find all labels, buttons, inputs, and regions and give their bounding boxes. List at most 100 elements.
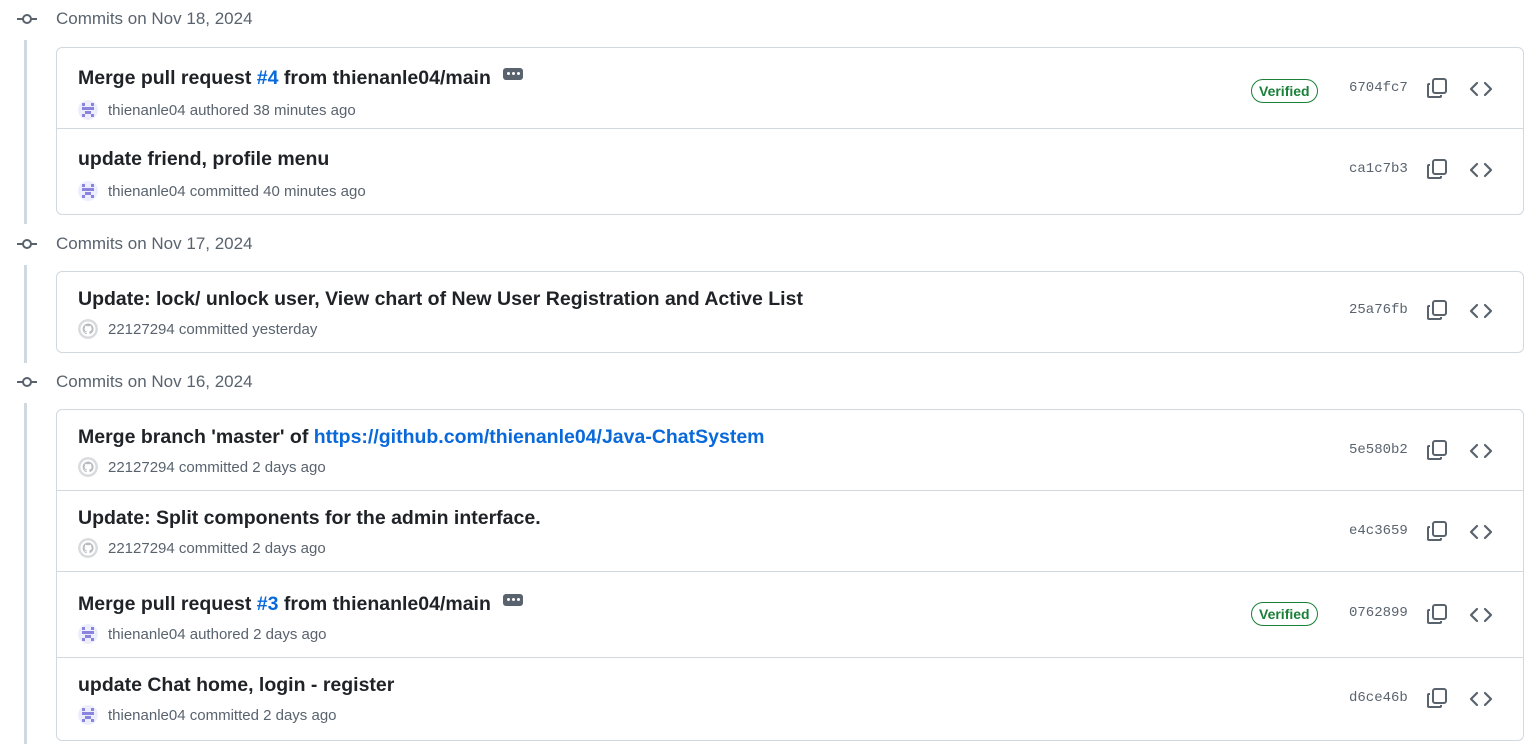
avatar[interactable] — [78, 181, 98, 201]
commit-row: Merge pull request #3 from thienanle04/m… — [57, 571, 1523, 657]
commit-message[interactable]: Merge pull request #4 from thienanle04/m… — [78, 66, 523, 90]
avatar[interactable] — [78, 100, 98, 120]
copy-icon[interactable] — [1425, 76, 1449, 100]
commit-message-text[interactable]: update friend, profile menu — [78, 148, 329, 170]
commit-sha[interactable]: d6ce46b — [1349, 690, 1408, 706]
avatar[interactable] — [78, 705, 98, 725]
commit-list: Merge pull request #4 from thienanle04/m… — [56, 47, 1524, 215]
commit-group-title: Commits on Nov 17, 2024 — [56, 234, 253, 253]
git-commit-icon — [17, 377, 37, 387]
timeline-line — [24, 40, 27, 224]
copy-icon[interactable] — [1425, 519, 1449, 543]
commit-row: Merge branch 'master' of https://github.… — [57, 410, 1523, 490]
commit-meta: thienanle04 authored 38 minutes ago — [78, 100, 356, 121]
avatar[interactable] — [78, 624, 98, 644]
pull-request-link[interactable]: #3 — [257, 593, 279, 615]
commit-group-title: Commits on Nov 18, 2024 — [56, 9, 253, 28]
commit-row: update Chat home, login - register thien… — [57, 657, 1523, 738]
commit-message[interactable]: Update: lock/ unlock user, View chart of… — [78, 287, 803, 311]
commit-meta: 22127294 committed yesterday — [78, 319, 317, 340]
avatar[interactable] — [78, 538, 98, 558]
code-icon[interactable] — [1469, 300, 1493, 322]
commit-message-text[interactable]: Merge pull request — [78, 67, 257, 89]
commit-action: authored — [189, 102, 249, 119]
ellipsis-icon[interactable] — [502, 68, 523, 80]
commit-meta: 22127294 committed 2 days ago — [78, 457, 326, 478]
copy-icon[interactable] — [1425, 157, 1449, 181]
commit-message-text[interactable]: Merge branch 'master' of — [78, 426, 314, 448]
code-icon[interactable] — [1469, 688, 1493, 710]
commit-sha[interactable]: 25a76fb — [1349, 302, 1408, 318]
commit-message[interactable]: update friend, profile menu — [78, 147, 329, 171]
commit-action: committed — [178, 321, 249, 338]
commit-author[interactable]: 22127294 — [108, 459, 175, 476]
commit-author[interactable]: 22127294 — [108, 321, 175, 338]
commit-message[interactable]: Merge branch 'master' of https://github.… — [78, 425, 765, 449]
git-commit-icon — [17, 14, 37, 24]
commit-meta: thienanle04 authored 2 days ago — [78, 624, 327, 645]
commit-sha[interactable]: 5e580b2 — [1349, 442, 1408, 458]
commit-author[interactable]: thienanle04 — [108, 102, 186, 119]
commit-sha[interactable]: e4c3659 — [1349, 523, 1408, 539]
commit-meta: thienanle04 committed 40 minutes ago — [78, 181, 366, 202]
commit-group-header: Commits on Nov 16, 2024 — [0, 363, 1533, 401]
verified-badge[interactable]: Verified — [1251, 602, 1318, 626]
code-icon[interactable] — [1469, 159, 1493, 181]
commit-message-text[interactable]: Update: Split components for the admin i… — [78, 507, 541, 529]
commit-time: 40 minutes ago — [263, 183, 366, 200]
commit-meta: thienanle04 committed 2 days ago — [78, 705, 337, 726]
commit-message-text[interactable]: from thienanle04/main — [279, 67, 491, 89]
git-commit-icon — [17, 239, 37, 249]
timeline-line — [24, 403, 27, 744]
copy-icon[interactable] — [1425, 438, 1449, 462]
copy-icon[interactable] — [1425, 602, 1449, 626]
commit-author[interactable]: 22127294 — [108, 540, 175, 557]
commit-sha[interactable]: 6704fc7 — [1349, 80, 1408, 96]
commit-row: Update: lock/ unlock user, View chart of… — [57, 272, 1523, 352]
commit-sha[interactable]: ca1c7b3 — [1349, 161, 1408, 177]
commit-time: yesterday — [252, 321, 318, 338]
commit-list: Merge branch 'master' of https://github.… — [56, 409, 1524, 741]
commit-meta: 22127294 committed 2 days ago — [78, 538, 326, 559]
code-icon[interactable] — [1469, 604, 1493, 626]
commit-action: authored — [189, 626, 249, 643]
avatar[interactable] — [78, 457, 98, 477]
commit-message[interactable]: Update: Split components for the admin i… — [78, 506, 541, 530]
commit-author[interactable]: thienanle04 — [108, 626, 186, 643]
commit-action: committed — [178, 459, 249, 476]
pull-request-link[interactable]: #4 — [257, 67, 279, 89]
commit-message[interactable]: Merge pull request #3 from thienanle04/m… — [78, 592, 523, 616]
commit-row: Update: Split components for the admin i… — [57, 490, 1523, 571]
commit-author[interactable]: thienanle04 — [108, 707, 186, 724]
avatar[interactable] — [78, 319, 98, 339]
commit-time: 2 days ago — [252, 540, 326, 557]
commit-group-header: Commits on Nov 18, 2024 — [0, 0, 1533, 38]
commit-action: committed — [189, 183, 259, 200]
commit-row: update friend, profile menu thienanle04 … — [57, 128, 1523, 209]
copy-icon[interactable] — [1425, 686, 1449, 710]
code-icon[interactable] — [1469, 440, 1493, 462]
commit-action: committed — [189, 707, 259, 724]
commit-message-url-link[interactable]: https://github.com/thienanle04/Java-Chat… — [314, 426, 765, 448]
ellipsis-icon[interactable] — [502, 594, 523, 606]
commit-time: 2 days ago — [253, 626, 327, 643]
commit-time: 2 days ago — [252, 459, 326, 476]
code-icon[interactable] — [1469, 78, 1493, 100]
commit-time: 2 days ago — [263, 707, 337, 724]
commit-message[interactable]: update Chat home, login - register — [78, 673, 394, 697]
commit-group-header: Commits on Nov 17, 2024 — [0, 225, 1533, 263]
verified-badge[interactable]: Verified — [1251, 79, 1318, 103]
commit-message-text[interactable]: update Chat home, login - register — [78, 674, 394, 696]
commit-message-text[interactable]: Update: lock/ unlock user, View chart of… — [78, 288, 803, 310]
copy-icon[interactable] — [1425, 298, 1449, 322]
commit-message-text[interactable]: from thienanle04/main — [279, 593, 491, 615]
commit-list: Update: lock/ unlock user, View chart of… — [56, 271, 1524, 353]
timeline-line — [24, 265, 27, 363]
commit-author[interactable]: thienanle04 — [108, 183, 186, 200]
commit-time: 38 minutes ago — [253, 102, 356, 119]
commit-message-text[interactable]: Merge pull request — [78, 593, 257, 615]
commit-action: committed — [178, 540, 249, 557]
commit-sha[interactable]: 0762899 — [1349, 605, 1408, 621]
code-icon[interactable] — [1469, 521, 1493, 543]
commit-group-title: Commits on Nov 16, 2024 — [56, 372, 253, 391]
